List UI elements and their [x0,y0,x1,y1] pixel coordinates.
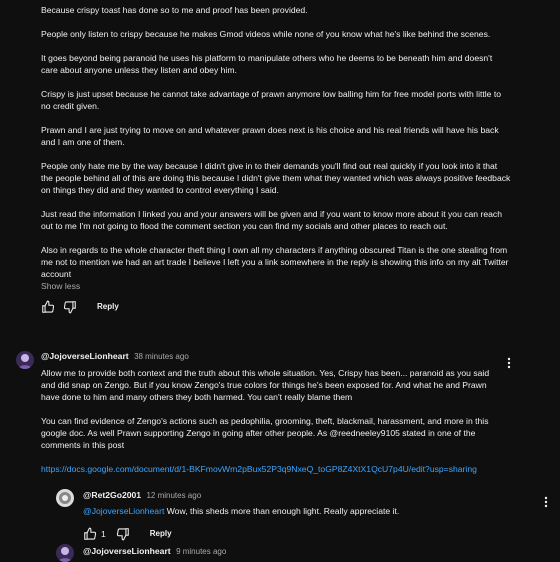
author-name[interactable]: @JojoverseLionheart [83,546,171,556]
comment-paragraph: People only hate me by the way because I… [41,161,511,195]
thumbs-down-icon[interactable] [116,527,130,541]
timestamp[interactable]: 9 minutes ago [176,547,226,556]
thumbs-down-icon[interactable] [63,300,77,314]
reply-comment: @Ret2Go2001 12 minutes ago @JojoverseLio… [83,489,503,543]
comment-text: Wow, this sheds more than enough light. … [164,506,400,516]
google-doc-link[interactable]: https://docs.google.com/document/d/1-BKF… [41,463,511,475]
reply-button[interactable]: Reply [150,528,172,540]
avatar[interactable] [56,544,74,562]
show-less-button[interactable]: Show less [41,280,511,292]
comment-paragraph: Crispy is just upset because he cannot t… [41,89,502,111]
timestamp[interactable]: 12 minutes ago [146,491,201,500]
avatar[interactable] [56,489,74,507]
timestamp[interactable]: 38 minutes ago [134,352,189,361]
comment-paragraph: People only listen to crispy because he … [41,29,491,39]
reply-comment: @JojoverseLionheart 9 minutes ago [83,545,503,558]
vertical-dots-icon[interactable] [504,357,514,371]
comment-paragraph: Allow me to provide both context and the… [41,368,490,402]
comment-paragraph: You can find evidence of Zengo's actions… [41,416,489,450]
comment-header: @JojoverseLionheart 9 minutes ago [83,545,503,558]
like-count: 1 [101,529,106,539]
comment-paragraph: It goes beyond being paranoid he uses hi… [41,53,493,75]
thumbs-up-icon[interactable] [83,527,97,541]
vertical-dots-icon[interactable] [541,496,551,510]
comment-header: @JojoverseLionheart 38 minutes ago [41,350,511,363]
comment-body: @JojoverseLionheart Wow, this sheds more… [83,505,503,517]
comment-paragraph: Just read the information I linked you a… [41,209,502,231]
comment-actions: 1 Reply [83,525,503,543]
comment-actions: Reply [41,298,511,316]
comment-paragraph: Also in regards to the whole character t… [41,245,509,279]
reply-button[interactable]: Reply [97,301,119,313]
comment-paragraph: Because crispy toast has done so to me a… [41,5,308,15]
mention-link[interactable]: @JojoverseLionheart [83,506,164,516]
comment-header: @Ret2Go2001 12 minutes ago [83,489,503,502]
author-name[interactable]: @Ret2Go2001 [83,490,141,500]
author-name[interactable]: @JojoverseLionheart [41,351,129,361]
reply-comment: @JojoverseLionheart 38 minutes ago Allow… [41,350,511,475]
avatar[interactable] [16,351,34,369]
top-comment: Because crispy toast has done so to me a… [41,0,511,316]
thumbs-up-icon[interactable] [41,300,55,314]
comment-paragraph: Prawn and I are just trying to move on a… [41,125,499,147]
